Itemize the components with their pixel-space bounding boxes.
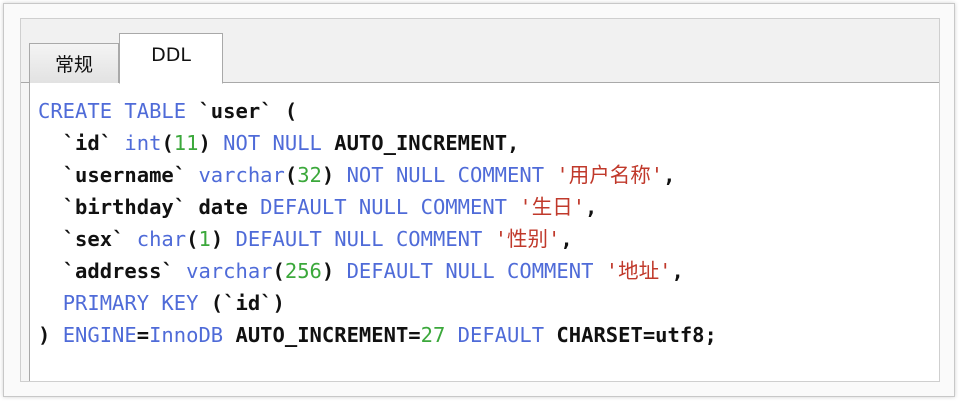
code-token-kw: varchar [186,259,273,283]
code-token-kw: NOT NULL [223,131,322,155]
code-token-plain: ( [272,259,285,283]
code-token-num: 1 [198,227,211,251]
code-token-plain: `birthday` date [38,195,261,219]
code-token-plain: AUTO_INCREMENT= [223,323,421,347]
code-line: `address` varchar(256) DEFAULT NULL COMM… [38,255,717,287]
code-token-plain: ) [210,227,236,251]
code-token-plain: CHARSET=utf8; [544,323,717,347]
code-token-plain: `user` ( [186,99,298,123]
code-token-str: '地址' [605,259,672,283]
code-token-plain: ( [284,163,298,187]
code-line: CREATE TABLE `user` ( [38,95,717,127]
code-line: `birthday` date DEFAULT NULL COMMENT '生日… [38,191,717,223]
code-token-num: 11 [173,131,199,155]
code-token-plain: `sex` [38,227,137,251]
code-line: `id` int(11) NOT NULL AUTO_INCREMENT, [38,127,717,159]
code-token-plain: (`id`) [198,291,285,315]
code-token-plain: = [136,323,150,347]
code-token-kw: int [124,131,162,155]
code-token-plain: , [560,227,573,251]
code-token-num: 27 [420,323,446,347]
code-token-num: 256 [284,259,322,283]
code-line: PRIMARY KEY (`id`) [38,287,717,319]
code-token-plain: ) [321,163,347,187]
table-properties-panel: 常规 DDL CREATE TABLE `user` ( `id` int(11… [20,18,940,382]
code-token-plain: ( [161,131,174,155]
code-token-plain: ) [38,323,63,347]
code-token-plain: ) [321,259,347,283]
code-token-plain: , [663,163,676,187]
code-token-plain: ( [186,227,199,251]
code-token-kw: NOT NULL COMMENT [346,163,545,187]
code-token-kw: char [136,227,187,251]
tab-ddl[interactable]: DDL [119,33,223,84]
ddl-editor[interactable]: CREATE TABLE `user` ( `id` int(11) NOT N… [29,83,939,381]
code-token-plain: AUTO_INCREMENT, [321,131,520,155]
code-token-plain: `id` [38,131,125,155]
code-line: `username` varchar(32) NOT NULL COMMENT … [38,159,717,191]
code-token-plain: , [585,195,598,219]
tab-bar: 常规 DDL [21,19,939,84]
code-line: `sex` char(1) DEFAULT NULL COMMENT '性别', [38,223,717,255]
code-token-kw: CREATE TABLE [38,99,187,123]
code-token-num: 32 [297,163,322,187]
tab-general[interactable]: 常规 [29,43,119,83]
code-token-kw: PRIMARY KEY [62,291,199,315]
code-token-plain: , [671,259,684,283]
code-token-kw: InnoDB [149,323,224,347]
code-token-kw: DEFAULT NULL COMMENT [346,259,594,283]
code-token-plain: ) [198,131,224,155]
code-token-str: '生日' [519,195,586,219]
code-token-str: '性别' [494,227,561,251]
code-token-kw: DEFAULT NULL COMMENT [235,227,483,251]
code-token-kw: DEFAULT NULL COMMENT [260,195,508,219]
code-token-kw: ENGINE [62,323,137,347]
code-line: ) ENGINE=InnoDB AUTO_INCREMENT=27 DEFAUL… [38,319,717,351]
code-token-kw: varchar [198,163,285,187]
code-token-plain: `address` [38,259,187,283]
code-token-str: '用户名称' [556,163,664,187]
ddl-code: CREATE TABLE `user` ( `id` int(11) NOT N… [38,95,717,351]
code-token-plain: `username` [38,163,199,187]
window-frame: 常规 DDL CREATE TABLE `user` ( `id` int(11… [3,3,955,397]
code-token-kw: DEFAULT [457,323,545,347]
